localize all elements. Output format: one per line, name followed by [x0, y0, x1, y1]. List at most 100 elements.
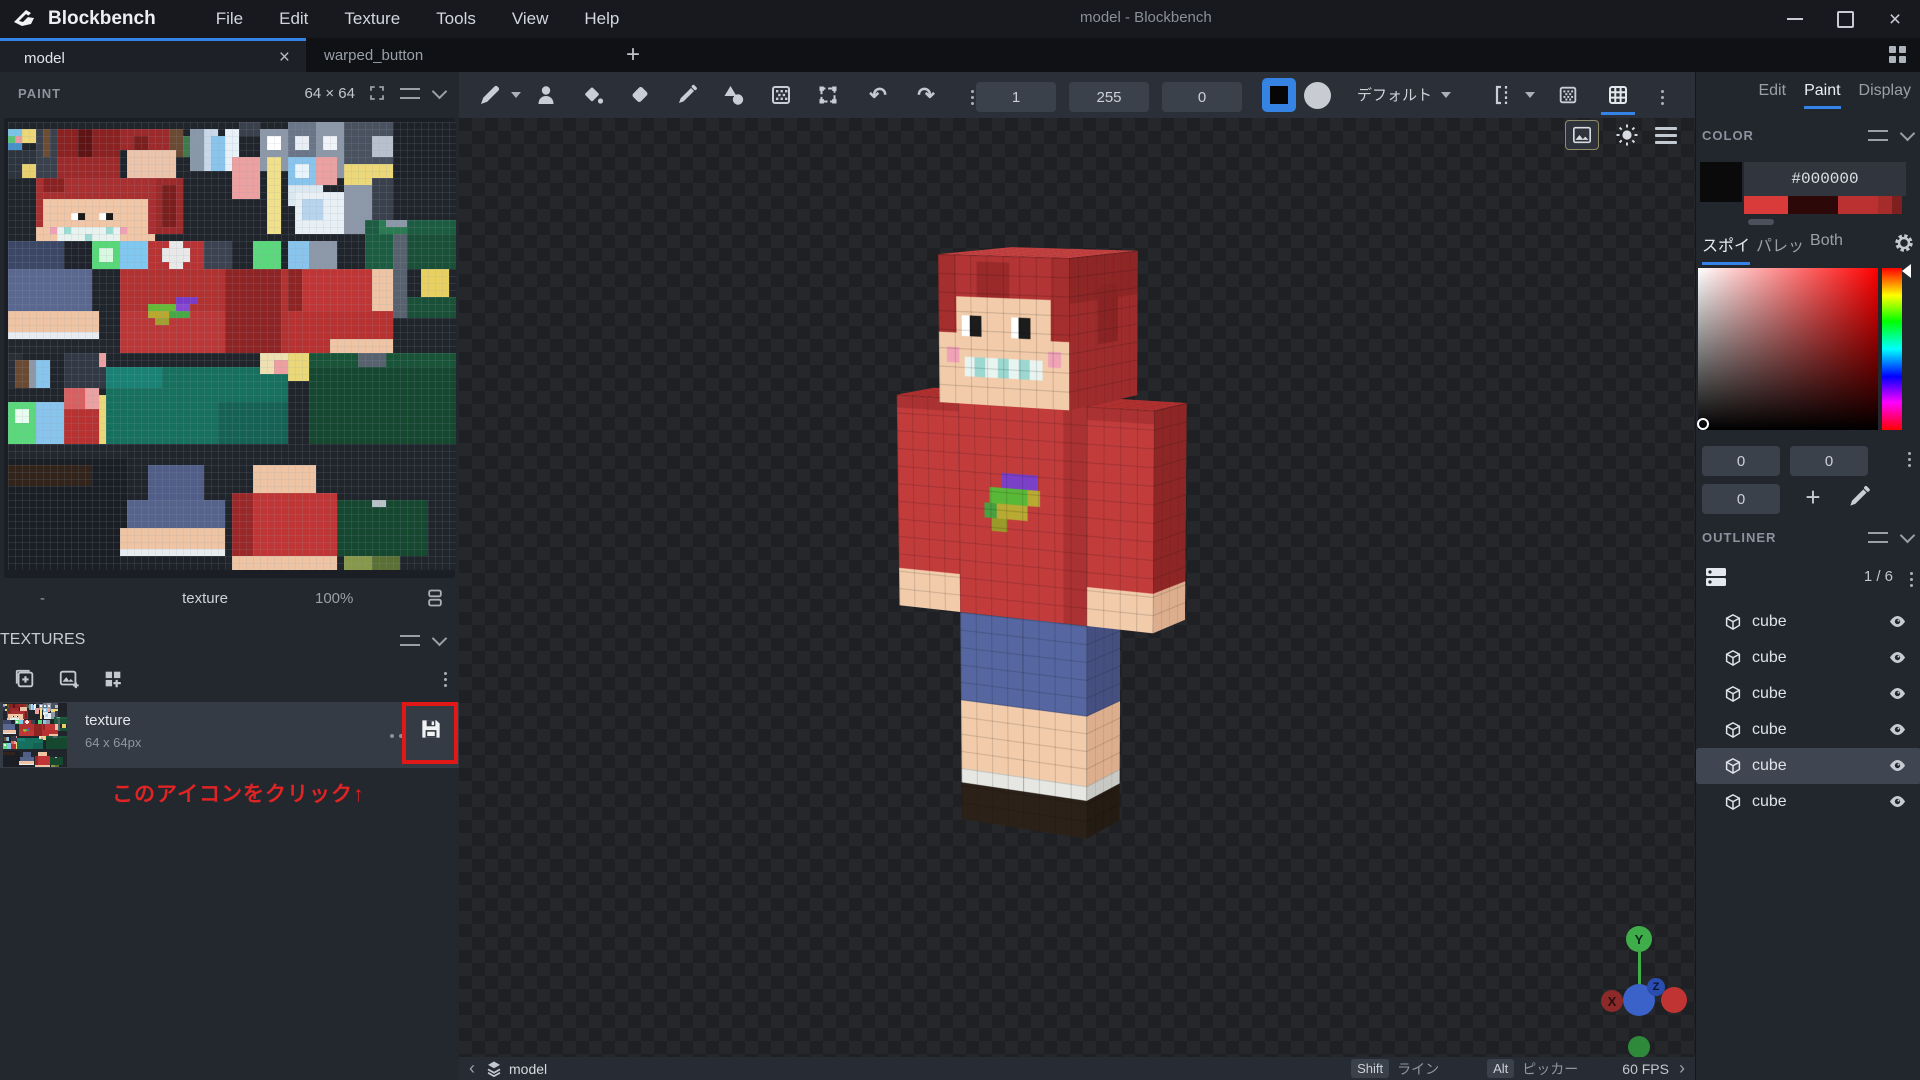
toolbar-overflow-icon[interactable]: [1645, 81, 1679, 113]
history-color-swatch[interactable]: [1838, 196, 1878, 214]
color-value-field-3[interactable]: [1702, 484, 1780, 514]
maximize-button[interactable]: [1820, 0, 1870, 38]
visibility-eye-icon[interactable]: [1888, 648, 1907, 667]
history-color-swatch[interactable]: [1892, 196, 1902, 214]
primary-color-swatch[interactable]: [1262, 78, 1296, 112]
viewport-3d[interactable]: Y X Z: [459, 118, 1695, 1057]
outliner-cube-row[interactable]: cube: [1696, 640, 1920, 676]
hue-slider[interactable]: [1882, 268, 1902, 430]
menu-item-tools[interactable]: Tools: [422, 5, 490, 33]
painting-grid-icon[interactable]: [1603, 81, 1633, 109]
color-menu-icon[interactable]: [1906, 450, 1913, 469]
tab-warped-button[interactable]: warped_button: [306, 38, 536, 72]
collapse-icon[interactable]: [432, 83, 448, 99]
tab-edit-mode[interactable]: Edit: [1758, 82, 1786, 109]
color-history-bar[interactable]: [1744, 196, 1902, 214]
drag-handle-icon[interactable]: [400, 88, 420, 99]
model-head[interactable]: [976, 250, 1105, 402]
current-color-swatch[interactable]: [1700, 162, 1742, 202]
model-arm-left[interactable]: [1104, 403, 1171, 627]
copy-brush-tool[interactable]: [531, 81, 561, 109]
drag-handle-icon[interactable]: [1868, 130, 1888, 141]
eyedropper-icon[interactable]: [1846, 484, 1872, 510]
collapse-icon[interactable]: [1900, 125, 1916, 141]
close-button[interactable]: ×: [1870, 0, 1920, 38]
brush-tool[interactable]: [475, 81, 505, 109]
undo-button[interactable]: ↶: [863, 81, 893, 109]
opacity-field[interactable]: [1069, 82, 1149, 112]
eraser-tool[interactable]: [625, 81, 655, 109]
pixel-grid-icon[interactable]: [1553, 81, 1583, 109]
tab-paint-mode[interactable]: Paint: [1804, 82, 1840, 109]
new-tab-button[interactable]: +: [618, 40, 648, 70]
visibility-eye-icon[interactable]: [1888, 756, 1907, 775]
status-prev-icon[interactable]: ‹: [459, 1058, 485, 1079]
tab-both[interactable]: Both: [1810, 232, 1843, 256]
close-tab-icon[interactable]: ×: [279, 47, 290, 69]
gradient-tool[interactable]: [766, 81, 796, 109]
tab-palette[interactable]: パレッ: [1756, 232, 1804, 262]
fill-tool[interactable]: [578, 81, 608, 109]
brush-size-field[interactable]: [976, 82, 1056, 112]
hex-color-field[interactable]: [1744, 162, 1906, 196]
outliner-cube-row[interactable]: cube: [1696, 748, 1920, 784]
collapse-icon[interactable]: [432, 630, 448, 646]
menu-item-view[interactable]: View: [498, 5, 563, 33]
brush-dropdown-icon[interactable]: [511, 92, 521, 98]
menu-item-file[interactable]: File: [202, 5, 257, 33]
outliner-menu-icon[interactable]: [1908, 570, 1915, 589]
softness-field[interactable]: [1162, 82, 1242, 112]
breadcrumb[interactable]: model: [509, 1061, 547, 1077]
color-value-field-1[interactable]: [1702, 446, 1780, 476]
status-next-icon[interactable]: ›: [1669, 1058, 1695, 1079]
outliner-toggle-icon[interactable]: [1704, 566, 1728, 588]
model-leg-left[interactable]: [1040, 613, 1104, 830]
color-picker-tool[interactable]: [672, 81, 702, 109]
texture-list-item[interactable]: texture 64 x 64px: [0, 702, 459, 768]
selection-tool[interactable]: [813, 81, 843, 109]
menu-item-help[interactable]: Help: [570, 5, 633, 33]
history-color-swatch[interactable]: [1878, 196, 1892, 214]
fullscreen-icon[interactable]: [368, 84, 386, 102]
tab-overview-icon[interactable]: [1889, 46, 1906, 63]
outliner-cube-row[interactable]: cube: [1696, 784, 1920, 820]
gizmo-neg-y-ball[interactable]: [1628, 1036, 1650, 1057]
menu-item-edit[interactable]: Edit: [265, 5, 322, 33]
saturation-picker[interactable]: [1698, 268, 1878, 430]
history-color-swatch[interactable]: [1788, 196, 1838, 214]
drag-handle-icon[interactable]: [1868, 532, 1888, 543]
model-body[interactable]: [977, 395, 1104, 620]
import-texture-icon[interactable]: [58, 668, 80, 690]
visibility-eye-icon[interactable]: [1888, 792, 1907, 811]
visibility-eye-icon[interactable]: [1888, 720, 1907, 739]
outliner-cube-row[interactable]: cube: [1696, 604, 1920, 640]
tab-display-mode[interactable]: Display: [1859, 82, 1911, 109]
visibility-eye-icon[interactable]: [1888, 612, 1907, 631]
redo-button[interactable]: ↷: [911, 81, 941, 109]
minimize-button[interactable]: [1770, 0, 1820, 38]
layers-icon[interactable]: [425, 587, 445, 609]
texture-template-icon[interactable]: [102, 668, 124, 690]
outliner-cube-row[interactable]: cube: [1696, 712, 1920, 748]
history-scroll-pill[interactable]: [1748, 219, 1774, 225]
drag-handle-icon[interactable]: [400, 635, 420, 646]
create-texture-icon[interactable]: [14, 668, 36, 690]
texture-canvas[interactable]: [8, 122, 456, 570]
menu-item-texture[interactable]: Texture: [330, 5, 414, 33]
draw-shape-tool[interactable]: [719, 81, 749, 109]
zoom-out-button[interactable]: -: [40, 590, 45, 607]
saturation-cursor[interactable]: [1697, 418, 1709, 430]
visibility-eye-icon[interactable]: [1888, 684, 1907, 703]
mirror-paint-icon[interactable]: [1489, 81, 1519, 109]
add-to-palette-button[interactable]: +: [1796, 482, 1830, 513]
gizmo-x-ball[interactable]: X: [1601, 990, 1623, 1012]
color-settings-gear-icon[interactable]: [1893, 232, 1915, 254]
textures-menu-icon[interactable]: [442, 670, 449, 689]
collapse-icon[interactable]: [1900, 527, 1916, 543]
outliner-cube-row[interactable]: cube: [1696, 676, 1920, 712]
tab-picker[interactable]: スポイ: [1702, 232, 1750, 265]
mirror-dropdown-icon[interactable]: [1525, 92, 1535, 98]
tab-model[interactable]: model ×: [0, 38, 306, 75]
history-color-swatch[interactable]: [1744, 196, 1788, 214]
gizmo-neg-x-ball[interactable]: [1661, 987, 1687, 1013]
